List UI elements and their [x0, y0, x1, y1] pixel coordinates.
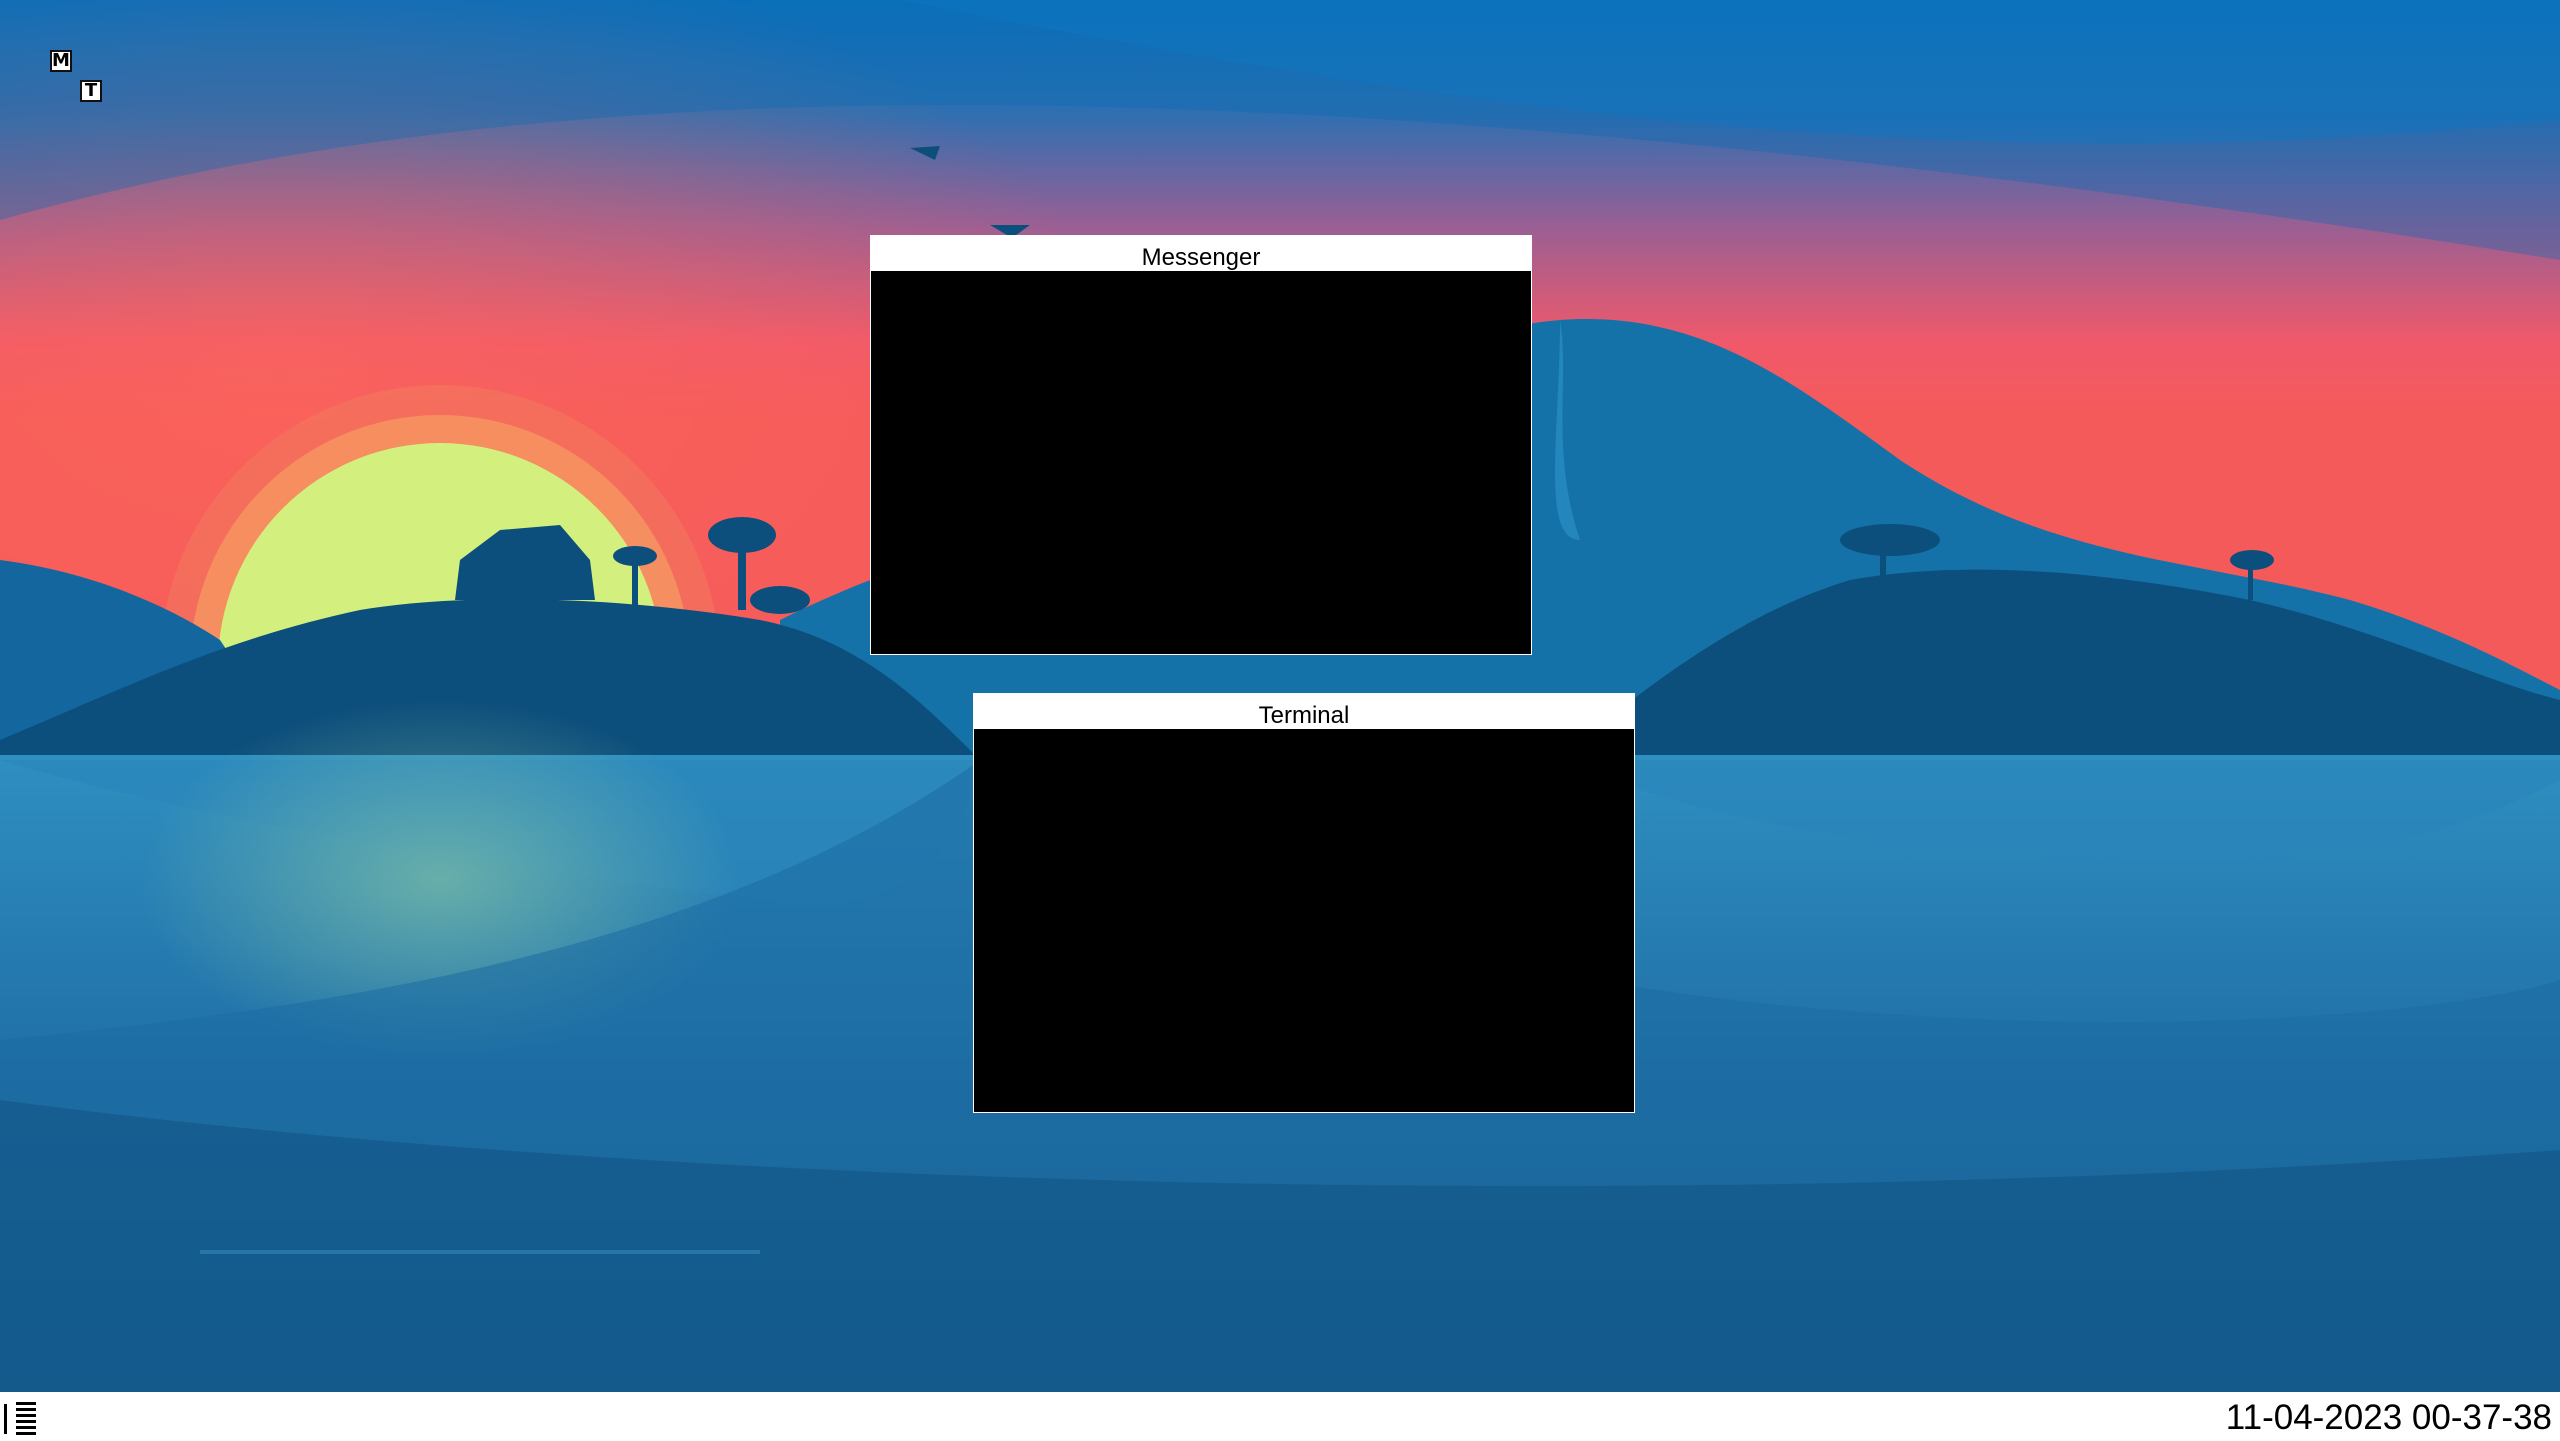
terminal-window-title[interactable]: Terminal	[974, 694, 1634, 729]
messenger-window-content[interactable]	[871, 271, 1531, 654]
terminal-window-content[interactable]	[974, 729, 1634, 1112]
terminal-window[interactable]: Terminal	[973, 693, 1635, 1113]
clock: 11-04-2023 00-37-38	[2225, 1398, 2552, 1437]
desktop[interactable]: M T Messenger Terminal	[0, 0, 2560, 1392]
messenger-window[interactable]: Messenger	[870, 235, 1532, 655]
taskbar: 11-04-2023 00-37-38	[0, 1392, 2560, 1440]
menu-lines-icon[interactable]	[2, 1396, 38, 1436]
messenger-shortcut-icon[interactable]: M	[50, 50, 72, 72]
terminal-shortcut-icon[interactable]: T	[80, 80, 102, 102]
messenger-window-title[interactable]: Messenger	[871, 236, 1531, 271]
